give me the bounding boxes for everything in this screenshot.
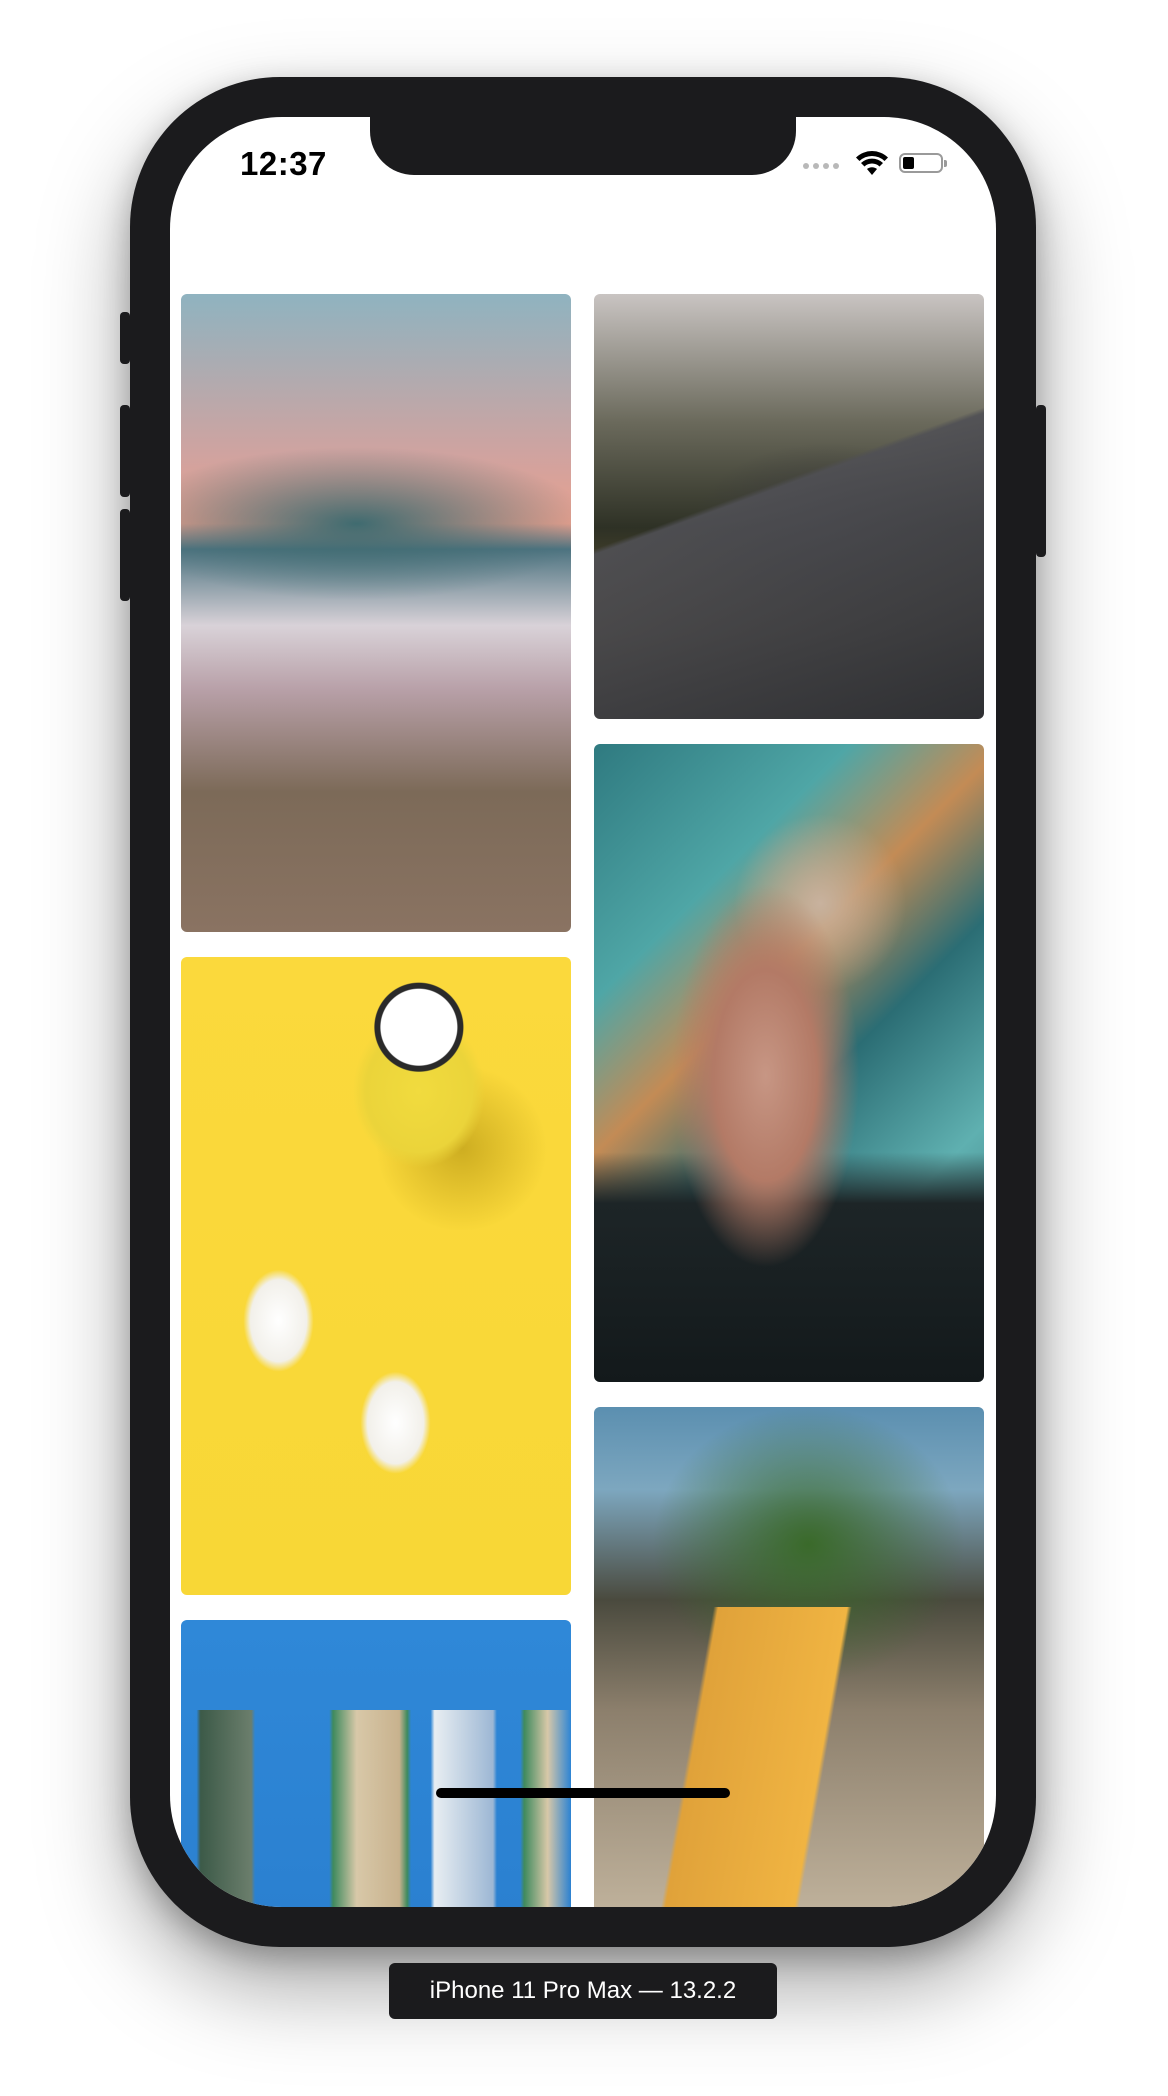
photo-yellow-mug-eggs[interactable] [181, 957, 571, 1595]
iphone-device-frame: 12:37 [120, 77, 1046, 1947]
photo-grid[interactable] [181, 294, 985, 1907]
camera-notch [370, 117, 796, 175]
photo-santorini[interactable] [181, 294, 571, 932]
home-indicator[interactable] [436, 1788, 730, 1798]
photo-blue-building[interactable] [181, 1620, 571, 1907]
simulator-device-label: iPhone 11 Pro Max — 13.2.2 [389, 1963, 777, 2019]
battery-icon [899, 153, 947, 173]
status-bar-time: 12:37 [240, 145, 327, 182]
phone-screen: 12:37 [170, 117, 996, 1907]
photo-woman-portrait[interactable] [594, 744, 984, 1382]
battery-terminal [944, 160, 947, 167]
silent-switch [120, 312, 130, 364]
volume-down-button [120, 509, 130, 601]
power-button [1036, 405, 1046, 557]
photo-vintage-car[interactable] [594, 294, 984, 719]
battery-level-fill [903, 157, 914, 169]
wifi-icon [856, 151, 888, 175]
cellular-signal-icon [803, 163, 839, 169]
photo-pina-colada-sign[interactable] [594, 1407, 984, 1907]
volume-up-button [120, 405, 130, 497]
